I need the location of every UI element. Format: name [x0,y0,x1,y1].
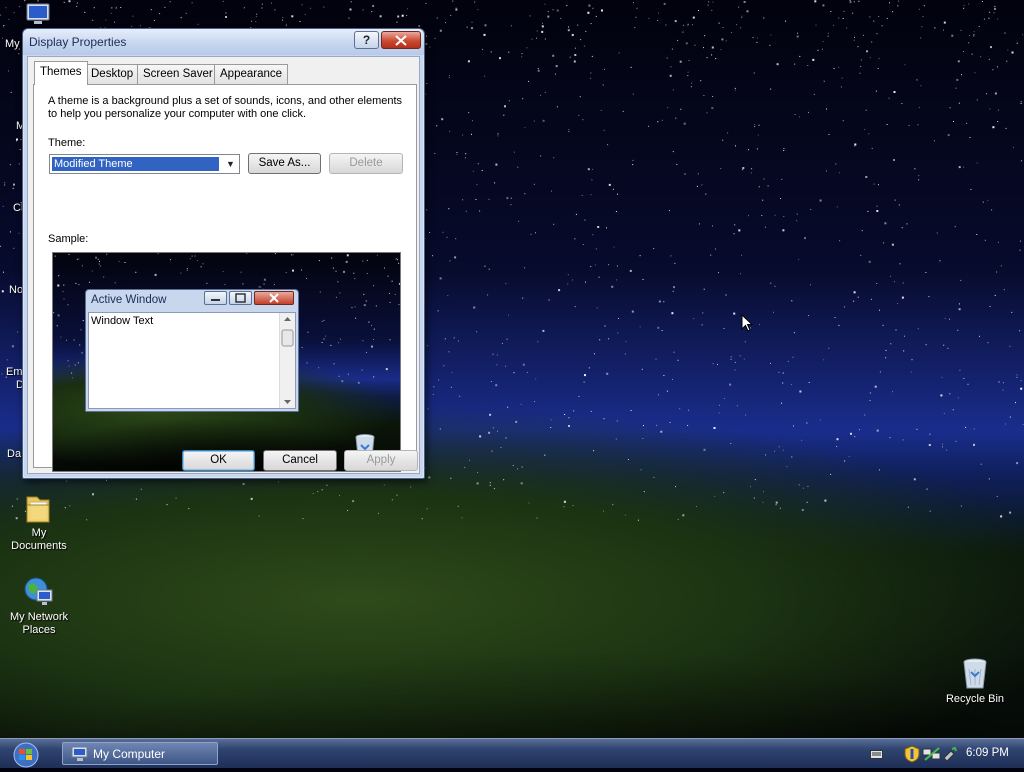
theme-label: Theme: [48,137,86,149]
ok-button[interactable]: OK [182,450,255,471]
theme-sample-preview: Active Window Window Text [52,252,401,472]
dialog-titlebar[interactable]: Display Properties ? [23,29,424,55]
sample-scrollbar [279,313,295,408]
help-button[interactable]: ? [354,31,379,49]
taskbar: My Computer 6:09 PM [0,738,1024,768]
safely-remove-hardware-icon[interactable] [942,746,958,762]
chevron-down-icon[interactable]: ▼ [222,155,239,173]
security-shield-icon[interactable] [904,745,920,763]
theme-dropdown-value: Modified Theme [52,157,219,171]
desktop-icon-label-partial[interactable]: No [9,284,23,296]
my-computer-icon [71,746,88,761]
folder-icon [26,496,50,523]
desktop-icon-label-partial[interactable]: My [5,38,20,50]
tab-desktop[interactable]: Desktop [85,64,140,84]
my-computer-icon[interactable] [24,3,54,27]
close-button[interactable] [381,31,421,49]
sample-label: Sample: [48,233,89,245]
display-properties-dialog: Display Properties ? Themes Desktop Scre… [22,28,425,479]
network-icon[interactable] [922,746,942,762]
theme-dropdown[interactable]: Modified Theme ▼ [49,154,240,174]
start-orb-icon [13,742,39,768]
mouse-cursor-icon [741,314,754,332]
desktop-icon-label: Places [22,624,56,636]
themes-tab-panel: A theme is a background plus a set of so… [33,84,417,472]
tab-appearance[interactable]: Appearance [214,64,289,84]
sample-window-text: Window Text [91,315,154,327]
desktop-icon-my-documents[interactable]: My Documents [0,493,79,553]
dialog-client-area: Themes Desktop Screen Saver Appearance A… [27,56,420,474]
taskbar-clock[interactable]: 6:09 PM [966,747,1009,759]
sample-window-client: Window Text [88,312,296,409]
sample-active-window: Active Window Window Text [85,289,299,412]
keyboard-icon[interactable] [870,750,884,760]
taskbar-button-my-computer[interactable]: My Computer [62,742,218,765]
desktop-icon-label: My [31,527,47,539]
delete-button[interactable]: Delete [329,153,403,174]
desktop-icon-recycle-bin[interactable]: Recycle Bin [935,657,1015,706]
maximize-icon [229,291,252,305]
minimize-icon [204,291,227,305]
cancel-button[interactable]: Cancel [263,450,337,471]
start-button[interactable] [6,741,46,769]
desktop-icon-label-partial[interactable]: Da [7,448,21,460]
desktop-icon-label-partial[interactable]: Em [6,366,23,378]
desktop-icon-label: Documents [11,540,67,552]
tab-screen-saver[interactable]: Screen Saver [137,64,219,84]
close-icon [254,291,294,305]
save-as-button[interactable]: Save As... [248,153,321,174]
desktop-icon-label: My Network [9,611,69,623]
apply-button[interactable]: Apply [344,450,418,471]
desktop-icon-my-network-places[interactable]: My Network Places [0,575,79,637]
desktop-icon-label: Recycle Bin [945,693,1005,705]
taskbar-button-label: My Computer [93,747,166,761]
help-icon: ? [362,33,371,47]
tab-themes[interactable]: Themes [34,61,88,85]
close-icon [395,35,407,46]
recycle-bin-icon [963,658,987,689]
theme-description: A theme is a background plus a set of so… [48,95,403,120]
system-tray: 6:09 PM [860,739,1024,769]
sample-window-title: Active Window [91,294,167,306]
dialog-title: Display Properties [29,35,127,49]
network-globe-icon [24,577,53,605]
